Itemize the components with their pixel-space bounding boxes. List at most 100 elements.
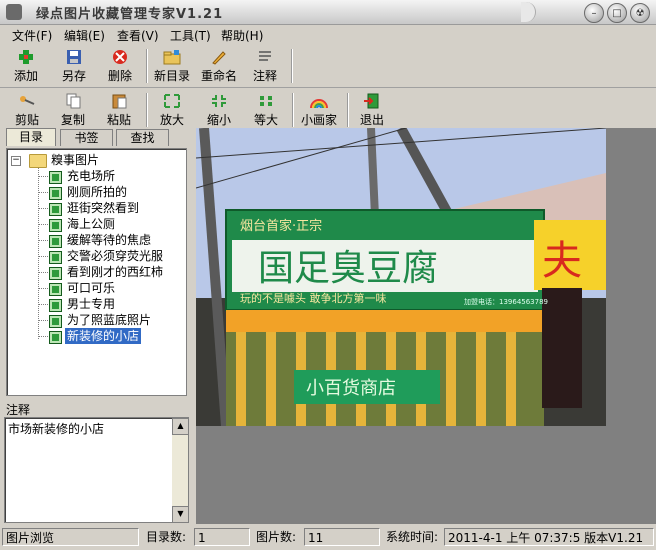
notes-label: 注释 [6,403,31,417]
close-button[interactable]: ☢ [630,3,650,23]
cut-button[interactable]: 剪贴 [10,91,44,129]
tree-item-label: 看到刚才的西红柿 [67,265,164,279]
rename-button[interactable]: 重命名 [197,47,241,85]
save-as-button[interactable]: 另存 [56,47,92,85]
tree-item[interactable]: 海上公厕 [7,216,182,232]
exit-button[interactable]: 退出 [355,91,389,129]
tree-item-label: 为了照蓝底照片 [67,313,152,327]
delete-button[interactable]: 删除 [102,47,138,85]
directory-tree[interactable]: − 糗事图片 充电场所 刚厕所拍的 逛街突然看到 海上公厕缓解等待的焦虑 交警必须穿荧光… [6,148,187,396]
menu-edit[interactable]: 编辑(E) [64,27,105,44]
menu-view[interactable]: 查看(V) [117,27,159,44]
tab-directory[interactable]: 目录 [6,128,56,146]
tree-item[interactable]: 刚厕所拍的 [7,184,182,200]
menu-help[interactable]: 帮助(H) [221,27,263,44]
status-dir-value: 1 [194,528,250,546]
folder-icon [29,154,47,168]
zoom-in-label: 放大 [159,113,184,127]
toolbar-separator [292,93,294,127]
notes-textarea[interactable]: 市场新装修的小店 ▲ ▼ [4,417,189,523]
actual-size-icon [260,96,272,106]
menu-tools[interactable]: 工具(T) [170,27,211,44]
image-file-icon [49,251,62,264]
close-icon: ☢ [635,7,645,19]
toolbar-separator [146,49,148,83]
toolbar-separator [291,49,293,83]
delete-icon [113,50,127,64]
tree-item[interactable]: 可口可乐 [7,280,182,296]
status-img-label: 图片数: [256,530,297,544]
tree-item-label: 可口可乐 [67,281,116,295]
image-file-icon [49,235,62,248]
paint-button[interactable]: 小画家 [296,91,342,129]
image-file-icon [49,299,62,312]
actual-size-button[interactable]: 等大 [248,91,284,129]
tree-item[interactable]: 缓解等待的焦虑 [7,232,182,248]
sign-phone-text: 加盟电话：13964563789 [464,297,548,306]
maximize-button[interactable]: □ [607,3,627,23]
copy-icon [66,93,81,109]
app-icon [6,4,22,20]
tree-item[interactable]: 充电场所 [7,168,182,184]
scroll-up-button[interactable]: ▲ [172,418,189,435]
notes-text: 市场新装修的小店 [8,422,105,436]
status-dir-label: 目录数: [146,530,187,544]
tree-item-label: 缓解等待的焦虑 [67,233,152,247]
zoom-out-icon [212,95,226,107]
tree-item-label: 新装修的小店 [65,328,142,344]
tree-item-label: 刚厕所拍的 [67,185,128,199]
tree-item[interactable]: 为了照蓝底照片 [7,312,182,328]
tab-search[interactable]: 查找 [116,129,169,146]
tree-root-label: 糗事图片 [51,153,100,167]
note-button[interactable]: 注释 [247,47,283,85]
status-bar: 图片浏览 目录数: 1 图片数: 11 系统时间: 2011-4-1 上午 07… [0,526,656,550]
status-section: 图片浏览 [2,528,139,546]
new-folder-icon [163,50,181,65]
note-label: 注释 [252,69,277,83]
sign-lower-text: 小百货商店 [306,378,396,399]
exit-label: 退出 [359,113,384,127]
actual-size-label: 等大 [253,113,278,127]
maximize-icon: □ [612,7,622,19]
save-icon [67,50,81,64]
sign-top-text: 烟台首家·正宗 [240,218,322,234]
paste-button[interactable]: 粘贴 [102,91,136,129]
copy-button[interactable]: 复制 [56,91,90,129]
note-icon [259,51,271,61]
new-folder-button[interactable]: 新目录 [150,47,194,85]
photo-preview[interactable]: 烟台首家·正宗 国足臭豆腐 玩的不是噱头 敢争北方第一味 加盟电话：139645… [196,128,606,426]
copy-label: 复制 [60,113,85,127]
tree-item-label: 海上公厕 [67,217,116,231]
zoom-in-button[interactable]: 放大 [154,91,190,129]
zoom-in-icon [164,94,180,108]
tree-item[interactable]: 看到刚才的西红柿 [7,264,182,280]
title-bar[interactable]: 绿点图片收藏管理专家V1.21 – □ ☢ [0,0,656,25]
paint-label: 小画家 [300,113,337,127]
add-button[interactable]: 添加 [8,47,44,85]
tab-bookmarks[interactable]: 书签 [60,129,113,146]
new-folder-label: 新目录 [153,69,190,83]
tree-item[interactable]: 男士专用 [7,296,182,312]
toolbar-separator [347,93,349,127]
tree-root[interactable]: − 糗事图片 [7,152,177,168]
tree-item-label: 交警必须穿荧光服 [67,249,164,263]
add-icon [19,50,33,64]
tree-item[interactable]: 新装修的小店 [7,328,182,344]
menu-bar: 文件(F) 编辑(E) 查看(V) 工具(T) 帮助(H) [0,25,656,45]
notes-scrollbar[interactable]: ▲ ▼ [172,418,189,523]
scroll-down-icon: ▼ [177,509,184,518]
tree-item[interactable]: 逛街突然看到 [7,200,182,216]
image-file-icon [49,203,62,216]
cut-icon [20,96,35,105]
minimize-button[interactable]: – [584,3,604,23]
photo-canvas: 烟台首家·正宗 国足臭豆腐 玩的不是噱头 敢争北方第一味 加盟电话：139645… [196,128,606,426]
sign-right-text: 夫 [542,238,582,284]
zoom-out-button[interactable]: 缩小 [201,91,237,129]
scroll-down-button[interactable]: ▼ [172,506,189,523]
image-file-icon [49,267,62,280]
minimize-icon: – [591,7,597,19]
tree-item[interactable]: 交警必须穿荧光服 [7,248,182,264]
menu-file[interactable]: 文件(F) [12,27,52,44]
edit-toolbar: 剪贴 复制 粘贴 放大 缩小 等大 小画家 退出 [0,89,656,131]
status-time-value: 2011-4-1 上午 07:37:5 版本V1.21 [444,528,654,546]
